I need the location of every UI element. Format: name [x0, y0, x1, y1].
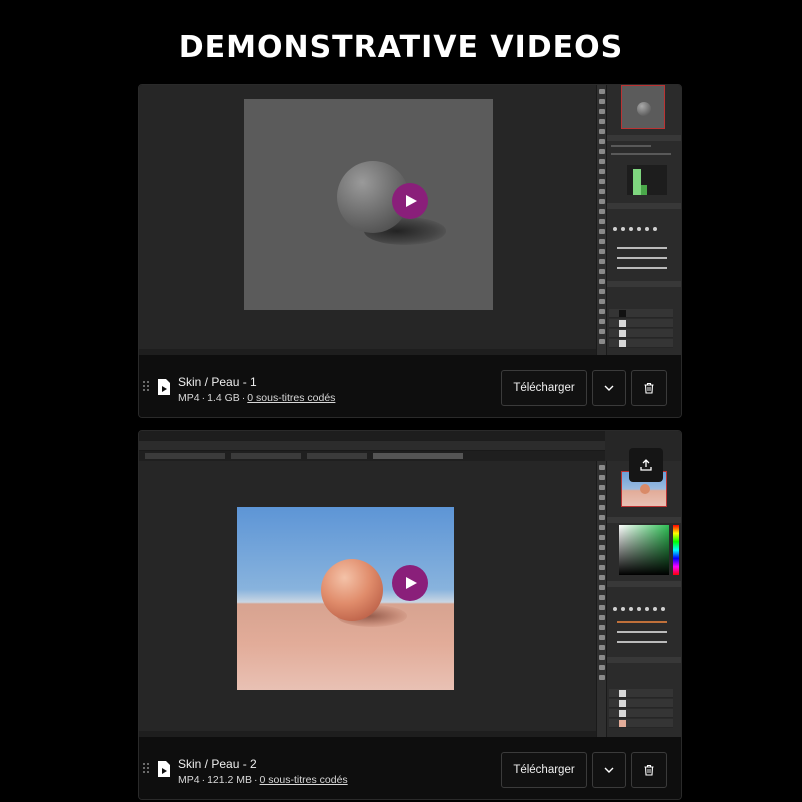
delete-button[interactable] — [631, 752, 667, 788]
video-meta: MP4 · 121.2 MB · 0 sous-titres codés — [178, 774, 348, 786]
video-preview-2[interactable] — [139, 431, 681, 737]
video-format: MP4 — [178, 392, 200, 404]
play-icon — [406, 195, 417, 207]
ps-document-tabs — [139, 451, 605, 461]
delete-button[interactable] — [631, 370, 667, 406]
video-format: MP4 — [178, 774, 200, 786]
page-title: DEMONSTRATIVE VIDEOS — [178, 30, 624, 65]
drag-handle-icon[interactable] — [143, 381, 149, 391]
hue-slider[interactable] — [673, 525, 679, 575]
video-footer-2: Skin / Peau - 2 MP4 · 121.2 MB · 0 sous-titr… — [139, 737, 681, 799]
expand-button[interactable] — [592, 370, 626, 406]
play-button[interactable] — [392, 183, 428, 219]
video-file-icon — [158, 761, 170, 777]
video-meta: MP4 · 1.4 GB · 0 sous-titres codés — [178, 392, 335, 404]
play-icon — [406, 577, 417, 589]
download-button[interactable]: Télécharger — [501, 752, 587, 788]
ps-toolbar — [596, 85, 606, 355]
preview-canvas-color — [237, 507, 454, 690]
drag-handle-icon[interactable] — [143, 763, 149, 773]
ps-panels — [606, 461, 681, 737]
preview-canvas-gray — [244, 99, 493, 310]
trash-icon — [644, 764, 654, 776]
chevron-down-icon — [604, 767, 614, 773]
expand-button[interactable] — [592, 752, 626, 788]
video-file-icon — [158, 379, 170, 395]
chevron-down-icon — [604, 385, 614, 391]
video-size: 1.4 GB — [207, 392, 240, 404]
download-button[interactable]: Télécharger — [501, 370, 587, 406]
color-picker[interactable] — [619, 525, 669, 575]
meta-separator: · — [201, 392, 206, 404]
video-preview-1[interactable] — [139, 85, 681, 355]
video-size: 121.2 MB — [207, 774, 253, 786]
video-card-2: Skin / Peau - 2 MP4 · 121.2 MB · 0 sous-titr… — [138, 430, 682, 800]
trash-icon — [644, 382, 654, 394]
ps-options-bar — [139, 441, 605, 451]
navigator-thumbnail — [621, 85, 665, 129]
subtitles-link[interactable]: 0 sous-titres codés — [247, 392, 335, 404]
video-footer-1: Skin / Peau - 1 MP4 · 1.4 GB · 0 sous-titres… — [139, 355, 681, 417]
ps-panels — [606, 85, 681, 355]
ps-menu-bar — [139, 431, 605, 441]
subtitles-link[interactable]: 0 sous-titres codés — [260, 774, 348, 786]
video-card-1: Skin / Peau - 1 MP4 · 1.4 GB · 0 sous-titres… — [138, 84, 682, 418]
histogram — [627, 165, 667, 195]
upload-button[interactable] — [629, 448, 663, 482]
peach-sphere — [321, 559, 383, 621]
meta-separator: · — [241, 392, 246, 404]
video-title: Skin / Peau - 2 — [178, 757, 257, 771]
video-title: Skin / Peau - 1 — [178, 375, 257, 389]
ps-toolbar — [596, 461, 606, 737]
upload-icon — [640, 459, 652, 471]
play-button[interactable] — [392, 565, 428, 601]
meta-separator: · — [201, 774, 206, 786]
meta-separator: · — [254, 774, 258, 786]
